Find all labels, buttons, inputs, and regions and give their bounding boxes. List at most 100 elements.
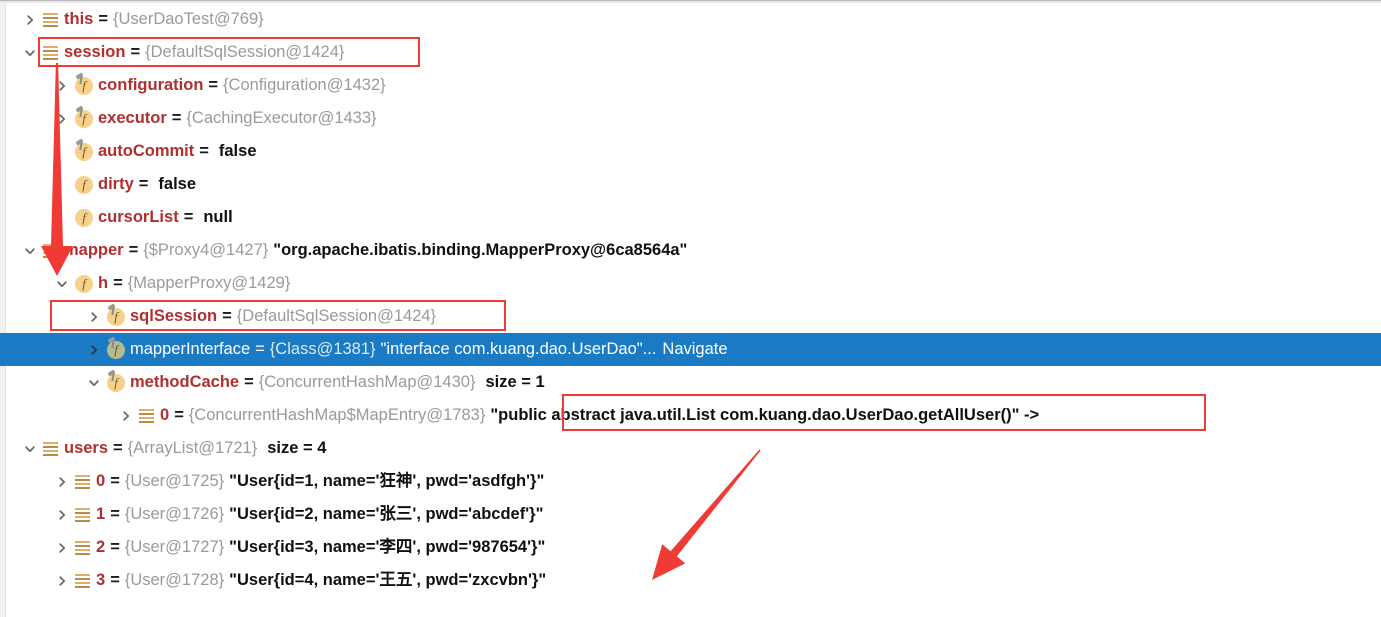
variable-value: "User{id=1, name='狂神', pwd='asdfgh'}" <box>229 472 545 490</box>
variable-type: {MapperProxy@1429} <box>127 274 291 292</box>
variable-type: {DefaultSqlSession@1424} <box>236 307 437 325</box>
tree-row-entry0[interactable]: 0 = {ConcurrentHashMap$MapEntry@1783} "publ… <box>0 399 1381 432</box>
variable-value: false <box>158 175 197 193</box>
chevron-right-icon[interactable] <box>86 333 102 366</box>
field-icon: f <box>75 208 93 227</box>
collection-size: size = 4 <box>267 439 327 457</box>
tree-row-mapperInterface[interactable]: f mapperInterface = {Class@1381} "interface … <box>0 333 1381 366</box>
variable-type: {User@1728} <box>124 571 225 589</box>
variable-value: "User{id=2, name='张三', pwd='abcdef'}" <box>229 505 544 523</box>
tree-row-dirty[interactable]: f dirty = false <box>0 168 1381 201</box>
tree-row-user3[interactable]: 3 = {User@1728} "User{id=4, name='王五', pwd=… <box>0 564 1381 597</box>
variable-name: methodCache <box>130 373 240 391</box>
tree-row-this[interactable]: this = {UserDaoTest@769} <box>0 3 1381 36</box>
variable-value: "public abstract java.util.List com.kuan… <box>490 406 1040 424</box>
object-value-icon <box>43 12 58 27</box>
variable-name: h <box>98 274 109 292</box>
equals-sign: = <box>222 307 232 325</box>
equals-sign: = <box>113 274 123 292</box>
variable-name: 0 <box>96 472 106 490</box>
equals-sign: = <box>255 340 265 358</box>
variable-name: 3 <box>96 571 106 589</box>
tree-row-autoCommit[interactable]: f autoCommit = false <box>0 135 1381 168</box>
collection-size: size = 1 <box>485 373 545 391</box>
tree-row-sqlSession[interactable]: f sqlSession = {DefaultSqlSession@1424} <box>0 300 1381 333</box>
field-icon: f <box>75 274 93 293</box>
variable-type: {$Proxy4@1427} <box>143 241 269 259</box>
variable-value: "User{id=4, name='王五', pwd='zxcvbn'}" <box>229 571 547 589</box>
equals-sign: = <box>171 109 182 127</box>
variable-value: false <box>218 142 257 160</box>
object-value-icon <box>75 507 90 522</box>
chevron-down-icon[interactable] <box>22 432 38 465</box>
variable-name: executor <box>98 109 167 127</box>
tree-row-user0[interactable]: 0 = {User@1725} "User{id=1, name='狂神', pwd=… <box>0 465 1381 498</box>
tree-row-executor[interactable]: f executor = {CachingExecutor@1433} <box>0 102 1381 135</box>
field-icon-final: f <box>75 104 93 128</box>
variable-type: {User@1726} <box>124 505 225 523</box>
variable-type: {ConcurrentHashMap@1430} <box>258 373 476 391</box>
field-icon: f <box>75 175 93 194</box>
chevron-right-icon[interactable] <box>86 300 102 333</box>
variables-tree[interactable]: this = {UserDaoTest@769} session = {DefaultSq… <box>0 3 1381 597</box>
equals-sign: = <box>128 241 139 259</box>
chevron-right-icon[interactable] <box>54 69 70 102</box>
variable-value: "org.apache.ibatis.binding.MapperProxy@6… <box>273 241 688 259</box>
variable-type: {DefaultSqlSession@1424} <box>145 43 345 61</box>
tree-row-session[interactable]: session = {DefaultSqlSession@1424} <box>0 36 1381 69</box>
variable-value: null <box>203 208 233 226</box>
tree-row-users[interactable]: users = {ArrayList@1721} size = 4 <box>0 432 1381 465</box>
variable-type: {User@1725} <box>124 472 225 490</box>
field-icon-final: f <box>75 137 93 161</box>
variable-type: {User@1727} <box>124 538 225 556</box>
object-value-icon <box>139 408 154 423</box>
equals-sign: = <box>113 439 123 457</box>
chevron-down-icon[interactable] <box>86 366 102 399</box>
chevron-right-icon[interactable] <box>54 465 70 498</box>
field-icon-dim: f <box>107 335 125 359</box>
tree-row-user2[interactable]: 2 = {User@1727} "User{id=3, name='李四', pwd=… <box>0 531 1381 564</box>
chevron-right-icon[interactable] <box>118 399 134 432</box>
variable-type: {ConcurrentHashMap$MapEntry@1783} <box>188 406 486 424</box>
tree-row-cursorList[interactable]: f cursorList = null <box>0 201 1381 234</box>
object-value-icon <box>75 540 90 555</box>
chevron-down-icon[interactable] <box>22 36 38 69</box>
equals-sign: = <box>110 472 120 490</box>
chevron-down-icon[interactable] <box>22 234 38 267</box>
variable-name: session <box>64 43 126 61</box>
chevron-right-icon[interactable] <box>54 498 70 531</box>
variable-name: 1 <box>96 505 106 523</box>
equals-sign: = <box>174 406 184 424</box>
variable-value: "interface com.kuang.dao.UserDao"... <box>380 340 657 358</box>
object-value-icon <box>75 573 90 588</box>
debugger-variables-panel: this = {UserDaoTest@769} session = {DefaultSq… <box>0 0 1381 617</box>
variable-type: {UserDaoTest@769} <box>112 10 264 28</box>
variable-name: cursorList <box>98 208 179 226</box>
chevron-right-icon[interactable] <box>54 102 70 135</box>
navigate-link[interactable]: Navigate <box>656 333 727 366</box>
object-value-icon <box>43 243 58 258</box>
object-value-icon <box>43 45 58 60</box>
variable-name: configuration <box>98 76 204 94</box>
tree-row-user1[interactable]: 1 = {User@1726} "User{id=2, name='张三', pwd=… <box>0 498 1381 531</box>
tree-row-h[interactable]: f h = {MapperProxy@1429} <box>0 267 1381 300</box>
chevron-right-icon[interactable] <box>54 564 70 597</box>
variable-name: 2 <box>96 538 106 556</box>
tree-row-mapper[interactable]: mapper = {$Proxy4@1427} "org.apache.ibatis.… <box>0 234 1381 267</box>
tree-row-configuration[interactable]: f configuration = {Configuration@1432} <box>0 69 1381 102</box>
tree-row-methodCache[interactable]: f methodCache = {ConcurrentHashMap@1430} siz… <box>0 366 1381 399</box>
equals-sign: = <box>130 43 141 61</box>
variable-name: users <box>64 439 109 457</box>
variable-name: 0 <box>160 406 170 424</box>
chevron-right-icon[interactable] <box>54 531 70 564</box>
equals-sign: = <box>244 373 254 391</box>
equals-sign: = <box>110 505 120 523</box>
variable-value: "User{id=3, name='李四', pwd='987654'}" <box>229 538 546 556</box>
variable-name: this <box>64 10 94 28</box>
equals-sign: = <box>110 538 120 556</box>
chevron-down-icon[interactable] <box>54 267 70 300</box>
chevron-right-icon[interactable] <box>22 3 38 36</box>
variable-name: dirty <box>98 175 134 193</box>
variable-name: mapperInterface <box>130 340 251 358</box>
variable-name: sqlSession <box>130 307 218 325</box>
